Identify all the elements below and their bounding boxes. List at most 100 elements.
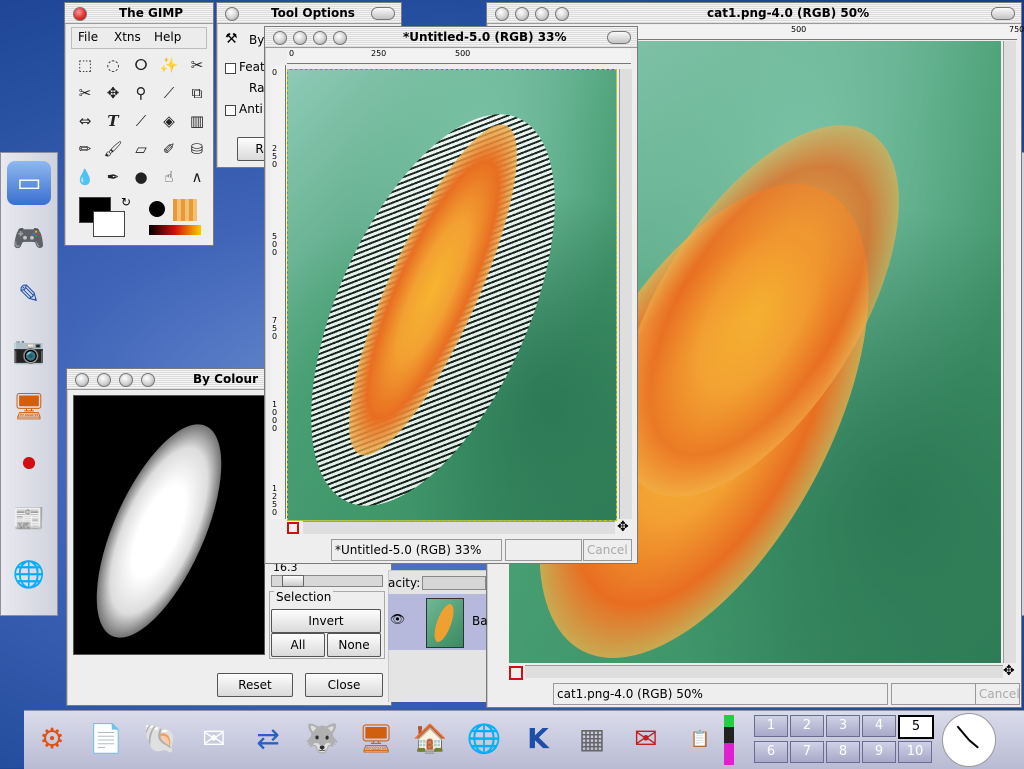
desktop-4[interactable]: 4 [862, 715, 896, 737]
fg-bg-colors[interactable]: ↻ [77, 195, 137, 239]
smudge-icon[interactable]: ☝ [157, 165, 181, 189]
maximize-button[interactable] [333, 31, 347, 45]
gimp-icon[interactable]: 🐺 [300, 717, 344, 761]
desktop-7[interactable]: 7 [790, 741, 824, 763]
rect-select-icon[interactable]: ⬚ [73, 53, 97, 77]
minimize-button[interactable] [313, 31, 327, 45]
selection-preview[interactable] [73, 395, 265, 655]
menu-file[interactable]: File [78, 30, 98, 44]
eye-icon[interactable]: 👁 [390, 612, 405, 626]
vertical-scrollbar[interactable] [1003, 41, 1016, 663]
gradient-icon[interactable]: ▥ [185, 109, 209, 133]
quickmask-toggle[interactable] [287, 522, 299, 534]
color-picker-icon[interactable]: ⟋ [129, 109, 153, 133]
transform-icon[interactable]: ⧉ [185, 81, 209, 105]
crop-icon[interactable]: ⟋ [157, 81, 181, 105]
select-none-button[interactable]: None [327, 633, 381, 657]
bucket-fill-icon[interactable]: ◈ [157, 109, 181, 133]
close-button[interactable] [495, 7, 509, 21]
navigate-icon[interactable]: ✥ [617, 519, 629, 535]
flip-icon[interactable]: ⇔ [73, 109, 97, 133]
browser-icon[interactable]: 🌐 [462, 717, 506, 761]
desktop-1[interactable]: 1 [754, 715, 788, 737]
menu-button[interactable] [515, 7, 529, 21]
ellipse-select-icon[interactable]: ◌ [101, 53, 125, 77]
desktop-9[interactable]: 9 [862, 741, 896, 763]
brush-pattern-gradient[interactable] [145, 197, 205, 239]
scissors-icon[interactable]: ✂ [73, 81, 97, 105]
office-icon[interactable]: ✎ [7, 273, 51, 317]
minimize-button[interactable] [535, 7, 549, 21]
antialias-checkbox[interactable] [225, 105, 236, 116]
measure-icon[interactable]: ∧ [185, 165, 209, 189]
clipboard-icon[interactable]: 📋 [678, 717, 722, 761]
desktop-8[interactable]: 8 [826, 741, 860, 763]
clock-icon[interactable] [942, 713, 996, 767]
text-icon[interactable]: T [101, 109, 125, 133]
mail-icon[interactable]: ✉ [192, 717, 236, 761]
pencil-icon[interactable]: ✏ [73, 137, 97, 161]
menu-button[interactable] [97, 373, 111, 387]
gamepad-icon[interactable]: 🎮 [7, 217, 51, 261]
close-button[interactable]: Close [305, 673, 383, 697]
cancel-button[interactable]: Cancel [975, 683, 1020, 705]
reset-button[interactable]: Reset [217, 673, 293, 697]
airbrush-icon[interactable]: ✐ [157, 137, 181, 161]
desktop-10[interactable]: 10 [898, 741, 932, 763]
cat-window-titlebar[interactable]: cat1.png-4.0 (RGB) 50% [487, 3, 1021, 24]
navigate-icon[interactable]: ✥ [1003, 663, 1015, 679]
close-button[interactable] [225, 7, 239, 21]
vertical-scrollbar[interactable] [619, 69, 632, 519]
bezier-select-icon[interactable]: ✂ [185, 53, 209, 77]
knews-icon[interactable]: K [516, 717, 560, 761]
eraser-icon[interactable]: ▱ [129, 137, 153, 161]
ink-icon[interactable]: ✒ [101, 165, 125, 189]
untitled-window-titlebar[interactable]: *Untitled-5.0 (RGB) 33% [265, 27, 637, 48]
document-icon[interactable]: 📄 [84, 717, 128, 761]
cancel-button[interactable]: Cancel [583, 539, 632, 561]
toolbox-titlebar[interactable]: The GIMP [65, 3, 213, 24]
dodge-icon[interactable]: ● [129, 165, 153, 189]
close-button[interactable] [73, 7, 87, 21]
convolve-icon[interactable]: 💧 [73, 165, 97, 189]
quickmask-toggle[interactable] [509, 666, 523, 680]
mail-reader-icon[interactable]: ✉ [624, 717, 668, 761]
maximize-button[interactable] [555, 7, 569, 21]
slider-handle[interactable] [282, 575, 304, 587]
background-color[interactable] [93, 211, 125, 237]
brush-preview[interactable] [149, 201, 165, 217]
monitor-shell-icon[interactable]: 🖥 [7, 385, 51, 429]
shade-button[interactable] [991, 7, 1015, 20]
threshold-slider[interactable] [271, 575, 383, 587]
close-button[interactable] [75, 373, 89, 387]
select-all-button[interactable]: All [271, 633, 325, 657]
horizontal-scrollbar[interactable] [525, 665, 1003, 678]
desktop-5[interactable]: 5 [898, 715, 934, 739]
swap-colors-icon[interactable]: ↻ [121, 195, 131, 209]
move-icon[interactable]: ✥ [101, 81, 125, 105]
calculator-icon[interactable]: ▦ [570, 717, 614, 761]
shade-button[interactable] [607, 31, 631, 44]
horizontal-scrollbar[interactable] [303, 521, 615, 534]
home-icon[interactable]: 🏠 [408, 717, 452, 761]
menu-xtns[interactable]: Xtns [114, 30, 141, 44]
record-icon[interactable]: ⏺ [7, 441, 51, 485]
gradient-preview[interactable] [149, 225, 201, 235]
network-icon[interactable]: ⇄ [246, 717, 290, 761]
camera-icon[interactable]: 📷 [7, 329, 51, 373]
minimize-button[interactable] [119, 373, 133, 387]
opacity-slider[interactable] [422, 576, 486, 590]
tool-options-titlebar[interactable]: Tool Options [217, 3, 401, 24]
shell-icon[interactable]: 🐚 [138, 717, 182, 761]
magic-wand-icon[interactable]: ✨ [157, 53, 181, 77]
news-icon[interactable]: 📰 [7, 497, 51, 541]
monitor-shell-icon[interactable]: 🖥 [354, 717, 398, 761]
windows-icon[interactable]: ▭ [7, 161, 51, 205]
image-canvas[interactable] [287, 69, 617, 521]
lasso-icon[interactable]: ⵔ [129, 53, 153, 77]
desktop-6[interactable]: 6 [754, 741, 788, 763]
menu-help[interactable]: Help [154, 30, 181, 44]
document-globe-icon[interactable]: 🌐 [7, 553, 51, 597]
pattern-preview[interactable] [173, 199, 197, 221]
zoom-icon[interactable]: ⚲ [129, 81, 153, 105]
